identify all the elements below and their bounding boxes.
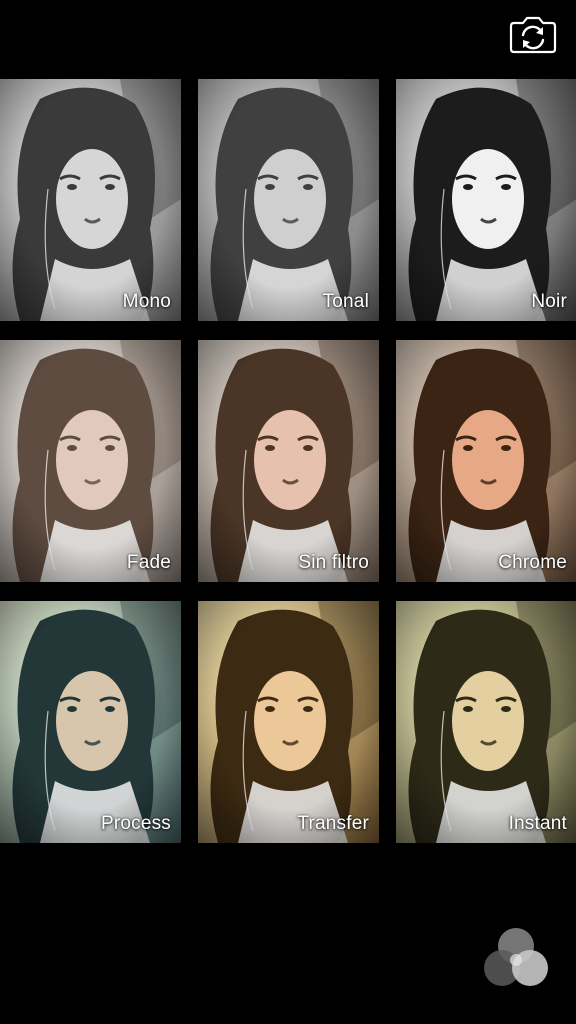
filter-label: Transfer [297, 813, 369, 834]
filter-preview-image [198, 340, 379, 582]
camera-flip-button[interactable] [508, 16, 558, 54]
filter-label: Noir [531, 291, 567, 312]
filter-tile-instant[interactable]: Instant [396, 601, 576, 843]
filter-preview-image [0, 340, 181, 582]
filter-label: Instant [508, 813, 567, 834]
filter-preview-image [396, 340, 576, 582]
filter-tile-chrome[interactable]: Chrome [396, 340, 576, 582]
filter-preview-image [198, 601, 379, 843]
filter-tile-sin-filtro[interactable]: Sin filtro [198, 340, 379, 582]
filter-label: Fade [126, 552, 171, 573]
filter-tile-process[interactable]: Process [0, 601, 181, 843]
filter-label: Tonal [322, 291, 369, 312]
filter-preview-image [396, 79, 576, 321]
filter-tile-noir[interactable]: Noir [396, 79, 576, 321]
filter-label: Process [100, 813, 171, 834]
filter-tile-tonal[interactable]: Tonal [198, 79, 379, 321]
filter-tile-transfer[interactable]: Transfer [198, 601, 379, 843]
filter-preview-image [0, 601, 181, 843]
filter-tile-mono[interactable]: Mono [0, 79, 181, 321]
filter-label: Chrome [498, 552, 567, 573]
camera-flip-icon [509, 16, 557, 54]
top-bar [0, 0, 576, 76]
filters-circles-icon [484, 928, 548, 986]
filter-preview-image [396, 601, 576, 843]
filter-tile-fade[interactable]: Fade [0, 340, 181, 582]
filters-button[interactable] [480, 926, 552, 990]
filter-preview-image [198, 79, 379, 321]
filter-label: Sin filtro [298, 552, 369, 573]
filter-label: Mono [122, 291, 171, 312]
filter-preview-image [0, 79, 181, 321]
